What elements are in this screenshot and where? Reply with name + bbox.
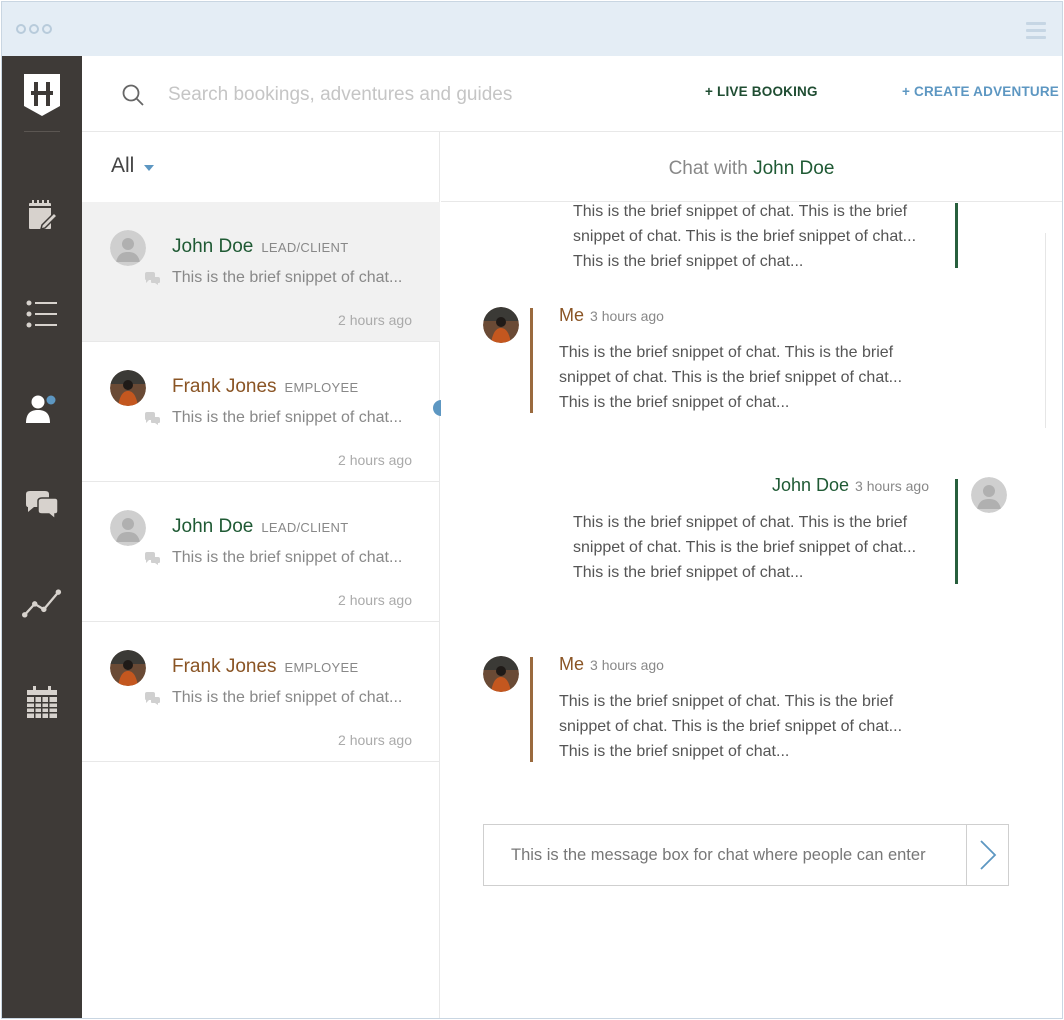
contact-name: John Doe LEAD/CLIENT: [172, 516, 349, 537]
app-window: + LIVE BOOKING + CREATE ADVENTURE All Jo…: [1, 1, 1063, 1019]
contact-snippet: This is the brief snippet of chat...: [172, 549, 403, 566]
sidebar-divider: [24, 131, 60, 132]
message-line: This is the brief snippet of chat...: [573, 564, 804, 581]
chat-messages[interactable]: This is the brief snippet of chat. This …: [441, 203, 1062, 1018]
contact-name: John Doe LEAD/CLIENT: [172, 236, 349, 257]
logo-icon[interactable]: [23, 73, 61, 117]
conversation-list: All John Doe LEAD/CLIENT This is the brie…: [82, 132, 447, 1018]
chevron-down-icon: [144, 164, 155, 171]
sidebar-item-calendar[interactable]: [22, 682, 62, 722]
users-icon: [26, 395, 56, 423]
message-accent-bar: [955, 203, 958, 268]
list-icon: [26, 300, 57, 328]
contact-name: Frank Jones EMPLOYEE: [172, 376, 359, 397]
contact-role: LEAD/CLIENT: [261, 520, 349, 535]
avatar: [110, 230, 146, 266]
contact-item[interactable]: Frank Jones EMPLOYEE This is the brief sn…: [82, 622, 440, 762]
message-timestamp: 3 hours ago: [855, 478, 929, 494]
avatar: [110, 510, 146, 546]
message-timestamp: 3 hours ago: [590, 308, 664, 324]
avatar: [483, 656, 519, 692]
message-sender: John Doe: [771, 475, 850, 495]
message-line: snippet of chat. This is the brief snipp…: [559, 718, 903, 735]
message-line: This is the brief snippet of chat...: [573, 253, 804, 270]
message-line: snippet of chat. This is the brief snipp…: [573, 228, 917, 245]
message-line: This is the brief snippet of chat. This …: [559, 693, 894, 710]
hamburger-menu-icon[interactable]: [1026, 22, 1046, 43]
sidebar-item-list[interactable]: [22, 294, 62, 334]
chat-panel: Chat with John Doe This is the brief sni…: [441, 132, 1062, 1018]
contact-timestamp: 2 hours ago: [338, 312, 412, 328]
message-timestamp: 3 hours ago: [590, 657, 664, 673]
contact-role: EMPLOYEE: [284, 660, 359, 675]
message-input[interactable]: [484, 825, 967, 885]
send-button[interactable]: [966, 825, 1008, 885]
chat-title: Chat with John Doe: [441, 132, 1062, 202]
chat-message-incoming: John Doe 3 hours ago This is the brief sn…: [573, 475, 929, 585]
avatar: [110, 650, 146, 686]
message-accent-bar: [530, 657, 533, 762]
sidebar-item-messages[interactable]: [22, 486, 62, 526]
contact-name: Frank Jones EMPLOYEE: [172, 656, 359, 677]
contact-role: LEAD/CLIENT: [261, 240, 349, 255]
message-sender: Me: [559, 654, 585, 674]
message-line: This is the brief snippet of chat. This …: [559, 344, 894, 361]
chat-message-outgoing: Me 3 hours ago This is the brief snippet …: [559, 305, 939, 415]
contact-item[interactable]: Frank Jones EMPLOYEE This is the brief sn…: [82, 342, 440, 482]
contact-snippet: This is the brief snippet of chat...: [172, 409, 403, 426]
chat-message-incoming: This is the brief snippet of chat. This …: [573, 203, 948, 274]
sidebar-item-bookings[interactable]: [22, 196, 62, 236]
contact-timestamp: 2 hours ago: [338, 732, 412, 748]
search-icon[interactable]: [122, 84, 144, 106]
chat-contact-name: John Doe: [753, 158, 835, 179]
title-bar: [2, 2, 1062, 56]
chat-bubble-icon: [145, 412, 160, 425]
filter-dropdown[interactable]: All: [111, 154, 155, 178]
contact-role: EMPLOYEE: [284, 380, 359, 395]
message-line: This is the brief snippet of chat. This …: [573, 514, 908, 531]
chevron-right-icon: [979, 840, 996, 870]
contact-snippet: This is the brief snippet of chat...: [172, 269, 403, 286]
message-line: snippet of chat. This is the brief snipp…: [573, 539, 917, 556]
calendar-icon: [27, 686, 57, 718]
contact-item[interactable]: John Doe LEAD/CLIENT This is the brief sn…: [82, 482, 440, 622]
analytics-icon: [22, 589, 62, 618]
contact-snippet: This is the brief snippet of chat...: [172, 689, 403, 706]
avatar: [483, 307, 519, 343]
window-close-button[interactable]: [16, 24, 26, 34]
live-booking-button[interactable]: + LIVE BOOKING: [705, 84, 818, 99]
chat-message-outgoing: Me 3 hours ago This is the brief snippet …: [559, 654, 939, 764]
filter-label: All: [111, 154, 135, 177]
scrollbar-track[interactable]: [1045, 233, 1046, 428]
message-composer: [483, 824, 1009, 886]
message-accent-bar: [530, 308, 533, 413]
avatar: [110, 370, 146, 406]
chat-bubble-icon: [145, 692, 160, 705]
create-adventure-button[interactable]: + CREATE ADVENTURE: [902, 84, 1059, 99]
window-controls: [16, 24, 52, 34]
search-input[interactable]: [168, 80, 588, 110]
avatar: [971, 477, 1007, 513]
message-sender: Me: [559, 305, 585, 325]
message-accent-bar: [955, 479, 958, 584]
window-maximize-button[interactable]: [42, 24, 52, 34]
message-line: snippet of chat. This is the brief snipp…: [559, 369, 903, 386]
chat-bubble-icon: [145, 272, 160, 285]
contact-timestamp: 2 hours ago: [338, 452, 412, 468]
chat-bubble-icon: [145, 552, 160, 565]
chat-bubbles-icon: [26, 491, 59, 521]
window-minimize-button[interactable]: [29, 24, 39, 34]
notepad-icon: [29, 200, 58, 231]
sidebar-item-contacts[interactable]: [22, 389, 62, 429]
contact-timestamp: 2 hours ago: [338, 592, 412, 608]
contact-item[interactable]: John Doe LEAD/CLIENT This is the brief sn…: [82, 202, 440, 342]
message-line: This is the brief snippet of chat...: [559, 394, 790, 411]
sidebar-item-analytics[interactable]: [22, 583, 62, 623]
sidebar: [2, 56, 88, 1018]
top-header: + LIVE BOOKING + CREATE ADVENTURE: [82, 56, 1062, 132]
message-line: This is the brief snippet of chat...: [559, 743, 790, 760]
message-line: This is the brief snippet of chat. This …: [573, 203, 908, 220]
